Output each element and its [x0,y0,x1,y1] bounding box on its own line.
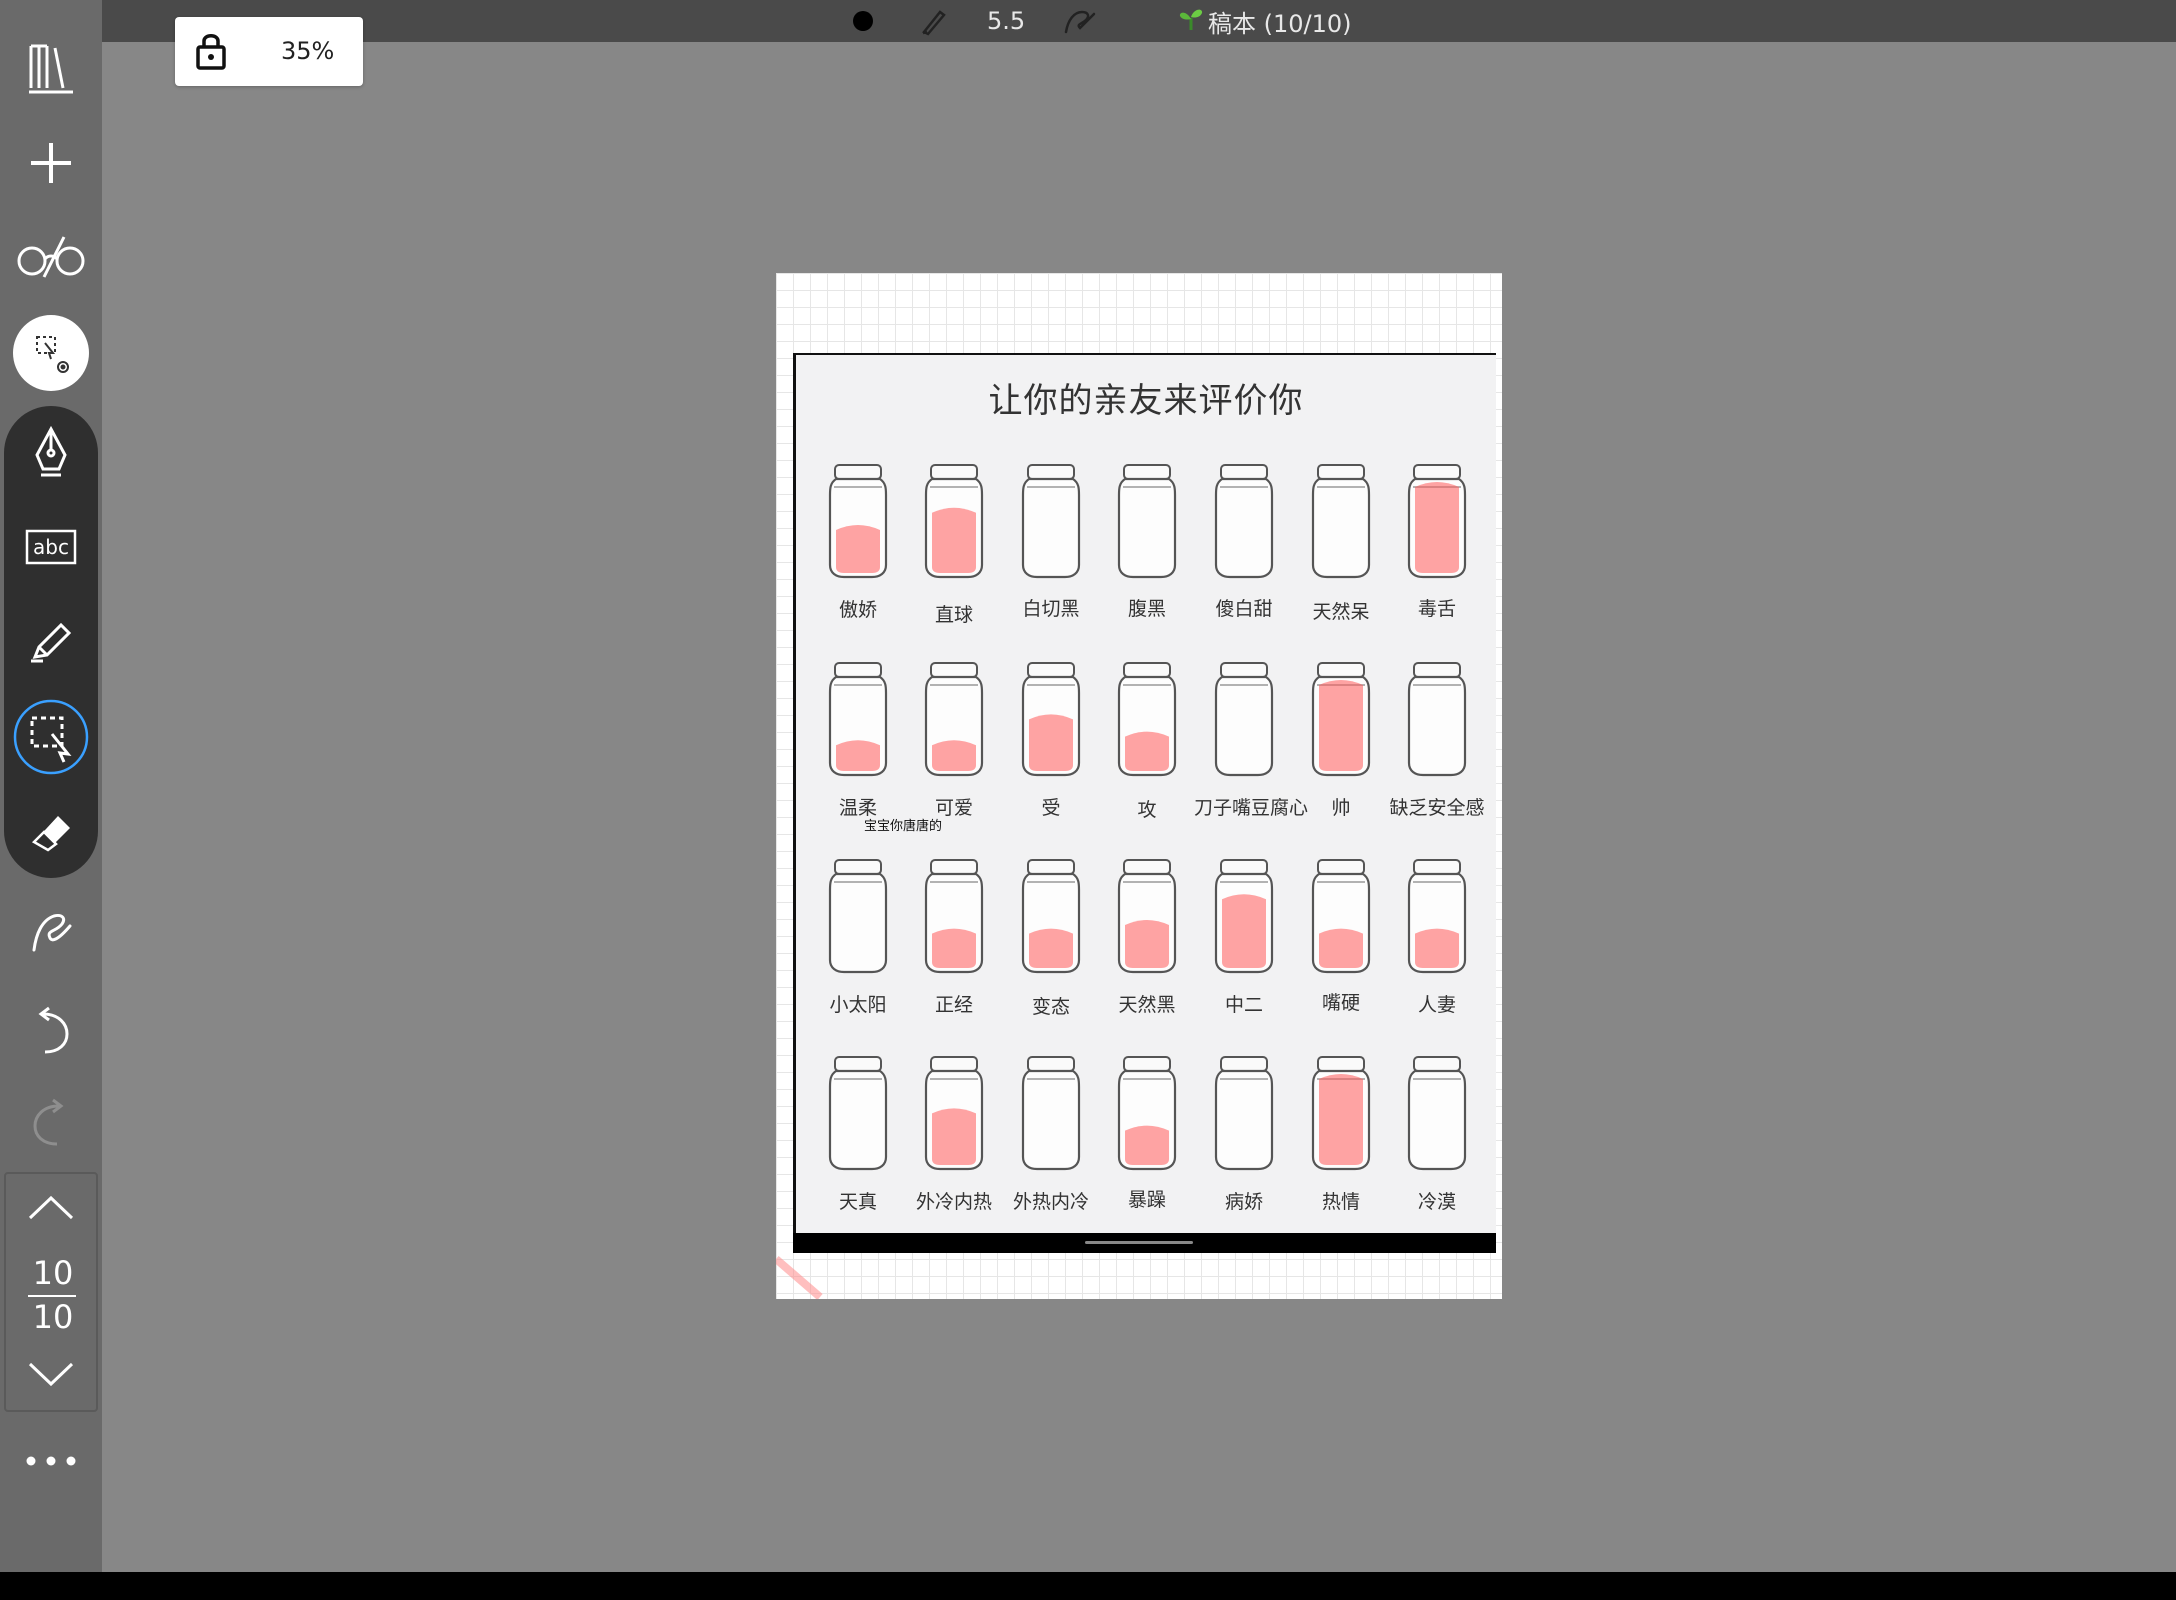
jar-label: 天真 [838,1191,877,1213]
jar-label: 小太阳 [829,994,887,1016]
zoom-badge[interactable]: 35% [175,17,363,86]
notebook-page[interactable]: 让你的亲友来评价你 傲娇 直球 白切黑 腹黑 傻白甜 天然呆 毒舌 温柔 可爱受攻刀子嘴豆腐心帅… [776,273,1502,1299]
jar-1-1 [924,662,984,777]
jar-label: 缺乏安全感 [1389,797,1485,819]
page-divider [28,1295,76,1297]
eraser-icon[interactable] [0,790,102,872]
library-icon[interactable] [0,26,102,108]
jar-1-2 [1021,662,1081,777]
jar-label: 冷漠 [1417,1191,1456,1213]
jar-label: 天然黑 [1118,994,1176,1016]
jar-label: 正经 [934,994,973,1016]
jar-label: 中二 [1224,994,1263,1016]
jar-2-1 [924,859,984,974]
jar-1-3 [1117,662,1177,777]
jar-3-0 [828,1056,888,1171]
current-page-number[interactable]: 10 [6,1254,100,1292]
jar-3-4 [1214,1056,1274,1171]
jar-0-2 [1021,464,1081,579]
text-box-label: abc [33,535,69,559]
jar-3-3 [1117,1056,1177,1171]
notebook-title[interactable]: 稿本 (10/10) [1176,0,1352,42]
jar-1-6 [1407,662,1467,777]
total-page-number: 10 [32,1298,74,1336]
zoom-level: 35% [281,37,335,65]
jar-label: 傻白甜 [1215,598,1273,620]
jar-0-4 [1214,464,1274,579]
jar-label: 外冷内热 [915,1191,992,1213]
jar-label: 天然呆 [1312,601,1370,623]
jar-label: 受 [1041,797,1061,819]
jar-2-2 [1021,859,1081,974]
screenshot-title: 让你的亲友来评价你 [988,381,1304,421]
jar-0-1 [924,464,984,579]
jar-label: 人妻 [1417,994,1456,1016]
undo-icon[interactable] [0,990,102,1072]
system-nav-bar [0,1572,2176,1600]
jar-2-6 [1407,859,1467,974]
jar-label: 白切黑 [1022,598,1080,620]
lasso-settings-icon[interactable] [0,312,102,394]
reading-glasses-icon[interactable] [0,216,102,298]
pen-size-value[interactable]: 5.5 [987,0,1025,42]
jar-3-2 [1021,1056,1081,1171]
page-up-icon[interactable] [26,1192,76,1226]
jar-label: 毒舌 [1417,598,1456,620]
jar-3-5 [1311,1056,1371,1171]
jar-1-4 [1214,662,1274,777]
jar-label: 外热内冷 [1012,1191,1089,1213]
jar-2-4 [1214,859,1274,974]
jar-label: 攻 [1137,799,1157,821]
jar-2-5 [1311,859,1371,974]
jar-label: 热情 [1321,1191,1360,1213]
notebook-title-text: 稿本 (10/10) [1208,9,1352,38]
tool-sidebar: abc 10 10 [0,0,102,1572]
jar-0-6 [1407,464,1467,579]
jar-3-1 [924,1056,984,1171]
text-box-icon[interactable]: abc [0,506,102,588]
jar-3-6 [1407,1056,1467,1171]
ink-stroke [776,1255,823,1299]
jar-label: 腹黑 [1127,598,1166,620]
jar-label: 刀子嘴豆腐心 [1194,797,1309,819]
fountain-pen-icon[interactable] [0,412,102,494]
jar-0-0 [828,464,888,579]
jar-label: 帅 [1331,797,1351,819]
redo-icon[interactable] [0,1082,102,1164]
more-horizontal-icon[interactable] [0,1420,102,1502]
page-navigator: 10 10 [4,1172,98,1412]
stroke-style-icon[interactable] [1062,0,1098,42]
jar-label: 暴躁 [1127,1189,1166,1211]
sprout-icon [1176,4,1206,38]
screenshot-footer [793,1233,1496,1253]
brush-icon[interactable] [918,0,948,42]
handwritten-note: 宝宝你唐唐的 [864,819,943,834]
jar-label: 病娇 [1224,1191,1263,1213]
jar-label: 傲娇 [838,599,877,621]
jar-0-3 [1117,464,1177,579]
lasso-select-icon[interactable] [0,696,102,778]
home-indicator [1085,1241,1193,1244]
jar-1-0 [828,662,888,777]
jar-label: 嘴硬 [1321,992,1360,1014]
pen-color-dot-icon[interactable] [852,0,874,42]
page-down-icon[interactable] [26,1360,76,1394]
jar-0-5 [1311,464,1371,579]
highlighter-icon[interactable] [0,600,102,682]
jar-2-3 [1117,859,1177,974]
jar-label: 变态 [1031,996,1070,1018]
jar-2-0 [828,859,888,974]
add-page-icon[interactable] [0,122,102,204]
pasted-screenshot[interactable]: 让你的亲友来评价你 傲娇 直球 白切黑 腹黑 傻白甜 天然呆 毒舌 温柔 可爱受攻刀子嘴豆腐心帅… [793,353,1496,1237]
gesture-icon[interactable] [0,890,102,972]
jar-label: 直球 [934,604,973,626]
lock-icon[interactable] [195,31,227,75]
jar-1-5 [1311,662,1371,777]
